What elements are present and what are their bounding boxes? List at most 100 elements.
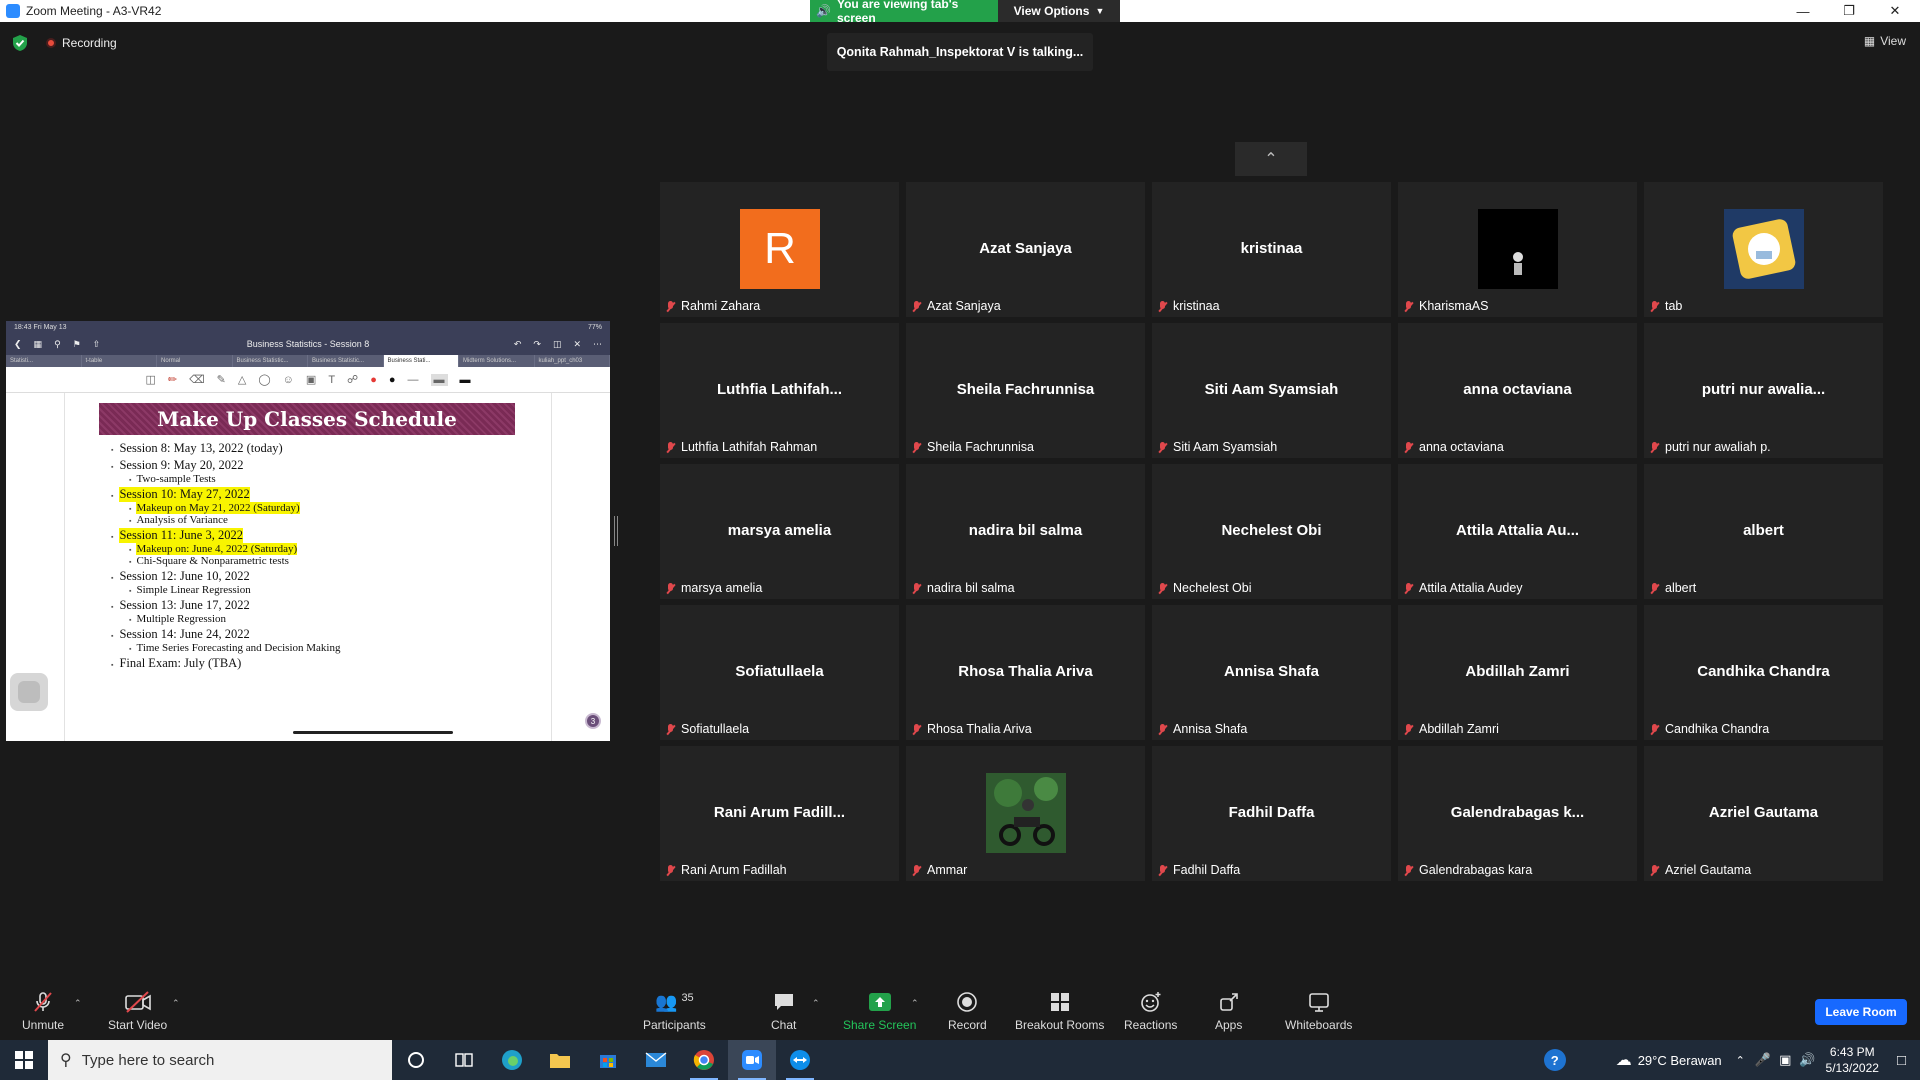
windows-start-button[interactable] (0, 1040, 48, 1080)
breakout-rooms-button[interactable]: Breakout Rooms (1015, 990, 1104, 1032)
doc-tab[interactable]: Business Statistic... (308, 355, 384, 367)
microsoft-store-icon[interactable] (584, 1040, 632, 1080)
participant-tile[interactable]: Fadhil Daffa Fadhil Daffa (1152, 746, 1391, 881)
lasso-icon[interactable]: ◯ (258, 373, 270, 386)
doc-tab[interactable]: kuliah_ppt_ch03 (535, 355, 610, 367)
share-screen-button[interactable]: Share Screen (843, 990, 916, 1032)
unmute-button[interactable]: Unmute (22, 990, 64, 1032)
mail-icon[interactable] (632, 1040, 680, 1080)
link-icon[interactable]: ☍ (347, 373, 358, 386)
redo-icon[interactable]: ↷ (533, 339, 541, 350)
whiteboards-button[interactable]: Whiteboards (1285, 990, 1352, 1032)
back-icon[interactable]: ❮ (14, 339, 22, 350)
share-icon[interactable]: ⇧ (93, 339, 101, 350)
participant-tile[interactable]: R Rahmi Zahara (660, 182, 899, 317)
minimize-button[interactable]: — (1780, 0, 1826, 22)
undo-icon[interactable]: ↶ (514, 339, 522, 350)
help-icon[interactable]: ? (1543, 1049, 1566, 1071)
participants-button[interactable]: 👥 35 Participants (643, 990, 706, 1033)
highlighter-icon[interactable]: ✎ (217, 373, 226, 386)
search-icon[interactable]: ⚲ (54, 339, 61, 350)
add-page-icon[interactable]: ◫ (553, 339, 562, 350)
record-button[interactable]: Record (948, 990, 987, 1032)
sidebar-icon[interactable]: ◫ (145, 373, 155, 386)
close-icon[interactable]: ✕ (573, 339, 581, 350)
participant-tile[interactable]: marsya amelia marsya amelia (660, 464, 899, 599)
participant-tile[interactable]: Nechelest Obi Nechelest Obi (1152, 464, 1391, 599)
shapes-icon[interactable]: △ (238, 373, 246, 386)
participant-tile[interactable]: Rhosa Thalia Ariva Rhosa Thalia Ariva (906, 605, 1145, 740)
participant-tile[interactable]: tab (1644, 182, 1883, 317)
view-layout-button[interactable]: ▦ View (1864, 34, 1906, 48)
text-icon[interactable]: T (328, 374, 335, 386)
bookmark-icon[interactable]: ⚑ (73, 339, 81, 350)
chat-options-caret[interactable]: ⌃ (812, 998, 820, 1009)
doc-tab-active[interactable]: Business Stati... (383, 355, 459, 367)
participant-tile[interactable]: Luthfia Lathifah... Luthfia Lathifah Rahm… (660, 323, 899, 458)
eraser-icon[interactable]: ⌫ (189, 373, 205, 386)
share-options-caret[interactable]: ⌃ (911, 998, 919, 1009)
participant-tile[interactable]: Azriel Gautama Azriel Gautama (1644, 746, 1883, 881)
sticker-icon[interactable]: ☺ (283, 374, 294, 386)
participant-tile[interactable]: KharismaAS (1398, 182, 1637, 317)
color-black-icon[interactable]: ● (389, 374, 396, 386)
close-window-button[interactable]: ✕ (1872, 0, 1918, 22)
participant-tile[interactable]: Azat Sanjaya Azat Sanjaya (906, 182, 1145, 317)
participant-tile[interactable]: putri nur awalia... putri nur awaliah p. (1644, 323, 1883, 458)
pen-icon[interactable]: ✏ (168, 373, 177, 386)
floating-assistive-button[interactable] (10, 673, 48, 711)
tray-chevron-icon[interactable]: ⌃ (1736, 1054, 1745, 1067)
apps-button[interactable]: Apps (1215, 990, 1242, 1032)
restore-button[interactable]: ❐ (1826, 0, 1872, 22)
view-options-button[interactable]: View Options ▼ (998, 0, 1120, 22)
doc-tab[interactable]: Statisti... (6, 355, 82, 367)
participant-tile[interactable]: Annisa Shafa Annisa Shafa (1152, 605, 1391, 740)
start-video-button[interactable]: Start Video (108, 990, 167, 1032)
video-options-caret[interactable]: ⌃ (172, 998, 180, 1009)
participant-tile[interactable]: Sofiatullaela Sofiatullaela (660, 605, 899, 740)
recording-indicator[interactable]: Recording (46, 36, 117, 50)
notification-icon[interactable]: □ (1897, 1052, 1906, 1069)
doc-tab[interactable]: t-table (82, 355, 157, 367)
more-icon[interactable]: ⋯ (593, 339, 602, 350)
weather-text[interactable]: 29°C Berawan (1638, 1053, 1722, 1068)
chat-button[interactable]: Chat (771, 990, 796, 1032)
teamviewer-icon[interactable] (776, 1040, 824, 1080)
grid-icon[interactable]: ▦ (34, 339, 43, 350)
file-explorer-icon[interactable] (536, 1040, 584, 1080)
participant-tile[interactable]: albert albert (1644, 464, 1883, 599)
task-view-icon[interactable] (440, 1040, 488, 1080)
medium-line-icon[interactable]: ▬ (430, 373, 448, 386)
zoom-taskbar-icon[interactable] (728, 1040, 776, 1080)
doc-tab[interactable]: Normal (157, 355, 233, 367)
leave-room-button[interactable]: Leave Room (1815, 999, 1907, 1025)
participant-tile[interactable]: Candhika Chandra Candhika Chandra (1644, 605, 1883, 740)
microphone-icon[interactable]: 🎤 (1755, 1052, 1771, 1068)
volume-icon[interactable]: 🔊 (1799, 1052, 1815, 1068)
participant-tile[interactable]: Siti Aam Syamsiah Siti Aam Syamsiah (1152, 323, 1391, 458)
cortana-icon[interactable] (392, 1040, 440, 1080)
participant-tile[interactable]: Sheila Fachrunnisa Sheila Fachrunnisa (906, 323, 1145, 458)
thin-line-icon[interactable]: — (408, 374, 419, 386)
participant-tile[interactable]: Ammar (906, 746, 1145, 881)
participant-tile[interactable]: anna octaviana anna octaviana (1398, 323, 1637, 458)
shared-screen[interactable]: 18:43 Fri May 13 77% ❮ ▦ ⚲ ⚑ ⇧ Business … (6, 321, 610, 741)
taskbar-search[interactable]: ⚲ Type here to search (48, 1040, 392, 1080)
audio-options-caret[interactable]: ⌃ (74, 998, 82, 1009)
participant-tile[interactable]: Rani Arum Fadill... Rani Arum Fadillah (660, 746, 899, 881)
participant-tile[interactable]: kristinaa kristinaa (1152, 182, 1391, 317)
participant-tile[interactable]: nadira bil salma nadira bil salma (906, 464, 1145, 599)
edge-browser-icon[interactable] (488, 1040, 536, 1080)
participant-tile[interactable]: Galendrabagas k... Galendrabagas kara (1398, 746, 1637, 881)
color-red-icon[interactable]: ● (370, 374, 377, 386)
network-icon[interactable]: ▣ (1779, 1052, 1791, 1068)
thick-line-icon[interactable]: ▬ (460, 374, 471, 386)
doc-tab[interactable]: Business Statistic... (233, 355, 308, 367)
security-shield-icon[interactable] (12, 34, 28, 52)
hide-thumbnails-button[interactable]: ⌃ (1235, 142, 1307, 176)
panel-splitter[interactable] (614, 516, 618, 546)
reactions-button[interactable]: Reactions (1124, 990, 1177, 1032)
taskbar-clock[interactable]: 6:43 PM 5/13/2022 (1826, 1044, 1879, 1076)
participant-tile[interactable]: Abdillah Zamri Abdillah Zamri (1398, 605, 1637, 740)
doc-tab[interactable]: Midterm Solutions... (459, 355, 535, 367)
